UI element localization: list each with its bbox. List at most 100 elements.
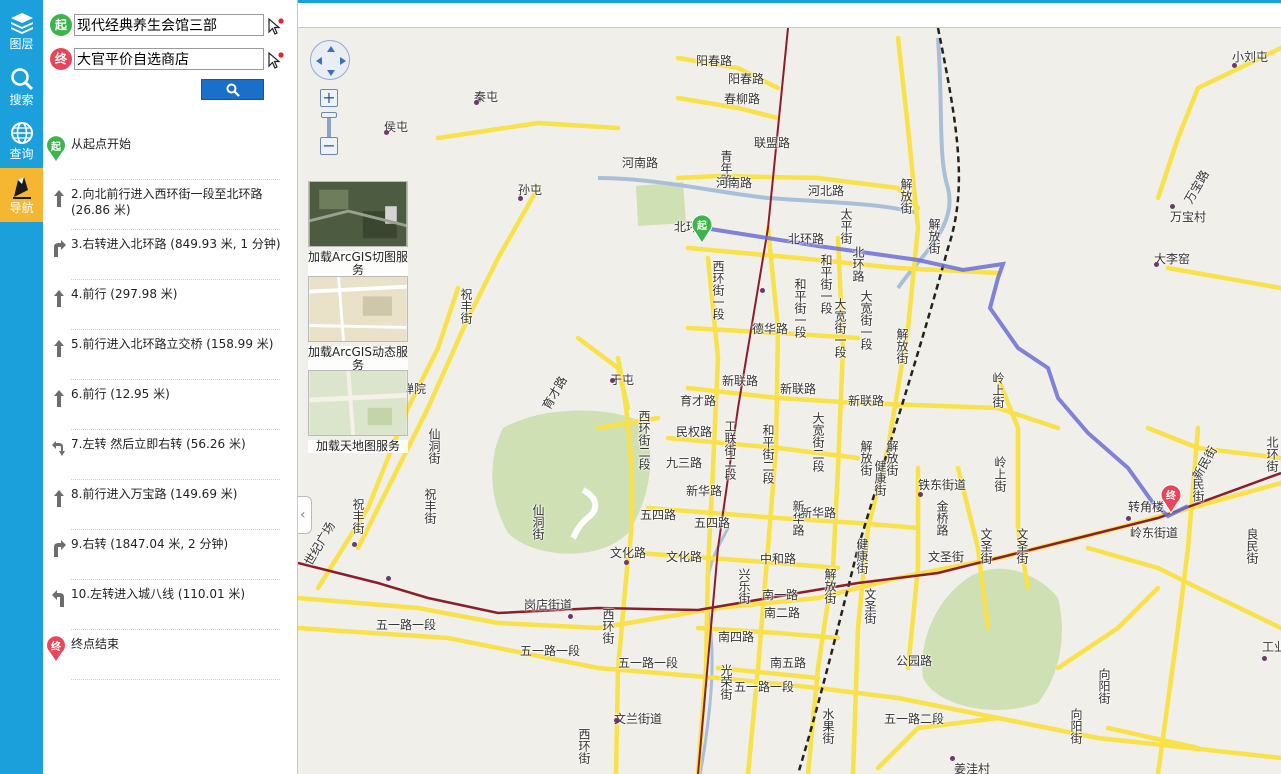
step-text: 从起点开始 — [71, 137, 132, 151]
rail-item-layers[interactable]: 图层 — [0, 4, 43, 58]
basemap-arcgis-tiled[interactable]: 加载ArcGIS切图服务 — [308, 181, 408, 277]
map-label: 新联路 — [848, 394, 885, 408]
pan-arrows-icon — [316, 46, 346, 76]
poi-marker-icon[interactable] — [384, 130, 389, 135]
start-pin-icon[interactable]: 起 — [690, 214, 714, 244]
route-step[interactable]: 10.左转进入城八线 (110.01 米) — [43, 580, 298, 630]
zoom-in-button[interactable]: + — [320, 89, 338, 107]
poi-marker-icon[interactable] — [610, 378, 615, 383]
step-instruction: 9.右转 — [71, 537, 107, 551]
map-label: 中和路 — [760, 552, 797, 566]
map-label: 西环街 — [577, 728, 591, 764]
basemap-arcgis-dynamic[interactable]: 加载ArcGIS动态服务 — [308, 276, 408, 372]
map-label: 民街 — [1191, 478, 1205, 502]
step-start[interactable]: 起 从起点开始 — [43, 130, 298, 180]
step-list: 2.向北前行进入西环街一段至北环路 (26.86 米) 3.右转进入北环路 (84… — [43, 180, 298, 630]
route-step[interactable]: 4.前行 (297.98 米) — [43, 280, 298, 330]
poi-marker-icon[interactable] — [1170, 204, 1175, 209]
basemap-tianditu[interactable]: 加载天地图服务 — [308, 370, 408, 453]
pan-control[interactable] — [310, 40, 350, 80]
map-label: 阳春路 — [696, 54, 733, 68]
map-label: 解放街 — [899, 178, 913, 214]
map-label: 公园路 — [896, 654, 933, 668]
poi-marker-icon[interactable] — [474, 100, 479, 105]
map-label: 文兰街道 — [614, 712, 663, 726]
poi-marker-icon[interactable] — [1262, 656, 1267, 661]
route-steps: 起 从起点开始 2.向北前行进入西环街一段至北环路 (26.86 米) 3.右转进… — [43, 130, 298, 680]
map-label: 岗店街道 — [524, 598, 573, 612]
step-distance: (297.98 米) — [110, 287, 178, 301]
panel-collapse-button[interactable]: ‹ — [298, 496, 312, 534]
map-label: 文圣街 — [863, 588, 877, 624]
step-instruction: 6.前行 — [71, 387, 107, 401]
park-area — [922, 568, 1062, 710]
map-label: 小刘屯 — [1232, 50, 1269, 64]
poi-marker-icon[interactable] — [950, 756, 955, 761]
map-label: 工联街二段 — [723, 420, 737, 480]
poi-marker-icon[interactable] — [614, 718, 619, 723]
route-step[interactable]: 7.左转 然后立即右转 (56.26 米) — [43, 430, 298, 480]
step-text: 7.左转 然后立即右转 (56.26 米) — [71, 436, 289, 452]
map-label: 阳春路 — [728, 72, 765, 86]
map-label: 健康街 — [855, 538, 869, 574]
start-marker-icon: 起 — [47, 136, 65, 161]
map-label: 岭上街 — [993, 456, 1007, 492]
poi-marker-icon[interactable] — [386, 576, 391, 581]
poi-marker-icon[interactable] — [760, 288, 765, 293]
map-view[interactable]: 阳春路 阳春路 春柳路 联盟路 青年路 河南路 河南路 河北路 北环路 北环路 秦屯 侯屯 孙屯 小刘屯万… — [298, 28, 1281, 774]
step-instruction: 8.前行进入万宝路 — [71, 487, 167, 501]
step-instruction: 2.向北前行进入西环街一段至北环路 — [71, 187, 263, 201]
search-icon — [10, 68, 33, 91]
poi-marker-icon[interactable] — [1154, 262, 1159, 267]
step-end[interactable]: 终 终点结束 — [43, 630, 298, 680]
rail-item-label: 导航 — [9, 201, 34, 215]
step-text: 8.前行进入万宝路 (149.69 米) — [71, 486, 289, 502]
top-bar — [298, 0, 1281, 28]
straight-arrow-icon — [54, 190, 64, 207]
map-label: 南五路 — [770, 656, 807, 670]
step-distance: (12.95 米) — [110, 387, 170, 401]
route-step[interactable]: 6.前行 (12.95 米) — [43, 380, 298, 430]
map-label: 太平街 — [839, 208, 853, 244]
map-label: 兴乐街 — [737, 568, 751, 604]
map-label: 和平街二段 — [761, 424, 775, 484]
basemap-label: 加载ArcGIS动态服务 — [308, 345, 408, 372]
route-step[interactable]: 5.前行进入北环路立交桥 (158.99 米) — [43, 330, 298, 380]
step-text: 3.右转进入北环路 (849.93 米, 1 分钟) — [71, 236, 289, 252]
poi-marker-icon[interactable] — [518, 196, 523, 201]
map-label: 解放街 — [885, 440, 899, 476]
step-distance: (26.86 米) — [71, 203, 131, 217]
map-label: 大李窑 — [1154, 252, 1191, 266]
route-step[interactable]: 2.向北前行进入西环街一段至北环路 (26.86 米) — [43, 180, 298, 230]
end-input[interactable] — [74, 48, 264, 70]
route-step[interactable]: 9.右转 (1847.04 米, 2 分钟) — [43, 530, 298, 580]
zoom-slider-thumb[interactable] — [321, 112, 337, 118]
start-input[interactable] — [74, 14, 264, 36]
route-search-button[interactable] — [201, 79, 264, 100]
rail-item-query[interactable]: 查询 — [0, 114, 43, 168]
map-label: 河北路 — [808, 184, 845, 198]
end-marker-icon: 终 — [47, 636, 65, 661]
poi-marker-icon[interactable] — [624, 560, 629, 565]
poi-marker-icon[interactable] — [568, 614, 573, 619]
poi-marker-icon[interactable] — [352, 542, 357, 547]
step-distance: (1847.04 米, 2 分钟) — [110, 537, 229, 551]
route-step[interactable]: 3.右转进入北环路 (849.93 米, 1 分钟) — [43, 230, 298, 280]
step-instruction: 3.右转进入北环路 — [71, 237, 167, 251]
poi-marker-icon[interactable] — [1232, 63, 1237, 68]
route-step[interactable]: 8.前行进入万宝路 (149.69 米) — [43, 480, 298, 530]
end-pin-icon[interactable]: 终 — [1159, 484, 1183, 514]
pick-point-icon[interactable] — [266, 51, 284, 69]
map-label: 文化路 — [666, 550, 703, 564]
poi-marker-icon[interactable] — [918, 492, 923, 497]
end-pin-text: 终 — [1166, 489, 1177, 502]
poi-marker-icon[interactable] — [1126, 516, 1131, 521]
pick-point-icon[interactable] — [266, 17, 284, 35]
rail-item-search[interactable]: 搜索 — [0, 60, 43, 114]
end-row: 终 — [50, 47, 290, 71]
step-text: 4.前行 (297.98 米) — [71, 286, 289, 302]
step-text: 9.右转 (1847.04 米, 2 分钟) — [71, 536, 289, 552]
zoom-out-button[interactable]: − — [320, 137, 338, 155]
rail-item-navigation[interactable]: 导航 — [0, 168, 43, 222]
start-pin-text: 起 — [696, 219, 708, 232]
